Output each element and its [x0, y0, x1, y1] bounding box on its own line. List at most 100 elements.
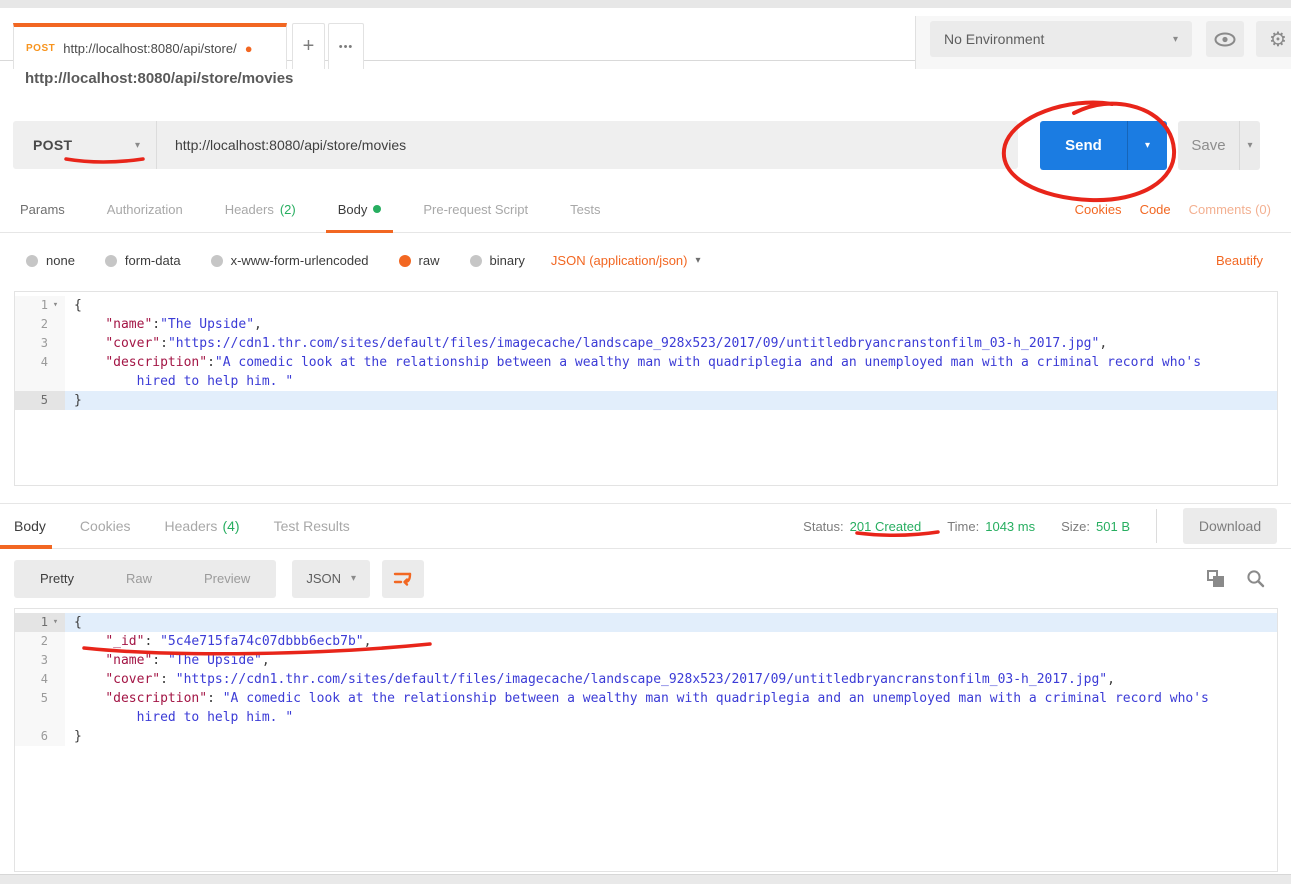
code-text: "cover": "https://cdn1.thr.com/sites/def… [65, 670, 1277, 689]
line-number: 4 [41, 670, 48, 689]
send-options-caret[interactable]: ▾ [1127, 121, 1167, 170]
chevron-down-icon: ▾ [1247, 140, 1252, 151]
token-pun: : [152, 653, 168, 668]
new-tab-button[interactable]: + [292, 23, 325, 69]
view-raw[interactable]: Raw [100, 571, 178, 586]
response-tab-test-results[interactable]: Test Results [274, 504, 350, 548]
code-text: "_id": "5c4e715fa74c07dbbb6ecb7b", [65, 632, 1277, 651]
body-mode-binary[interactable]: binary [470, 253, 525, 268]
tab-options-button[interactable]: ••• [328, 23, 364, 69]
body-mode-urlencoded[interactable]: x-www-form-urlencoded [211, 253, 369, 268]
line-number: 2 [41, 632, 48, 651]
token-str: "A comedic look at the relationship betw… [223, 691, 1209, 706]
request-body-editor[interactable]: 1▾{2 "name":"The Upside",3 "cover":"http… [14, 291, 1278, 486]
content-type-selector[interactable]: JSON (application/json) ▾ [551, 253, 701, 268]
environment-quick-look-button[interactable] [1206, 21, 1244, 57]
beautify-link[interactable]: Beautify [1216, 253, 1263, 268]
token-key: "description" [105, 355, 207, 370]
code-line: 2 "_id": "5c4e715fa74c07dbbb6ecb7b", [15, 632, 1277, 651]
token-ind [74, 710, 137, 725]
download-button[interactable]: Download [1183, 508, 1277, 544]
tab-body[interactable]: Body [338, 186, 382, 233]
line-number-gutter: 4 [15, 353, 65, 372]
request-url-input[interactable]: http://localhost:8080/api/store/movies [157, 137, 1018, 153]
response-format-selector[interactable]: JSON ▾ [292, 560, 370, 598]
code-text: "name": "The Upside", [65, 651, 1277, 670]
line-number-gutter: 1▾ [15, 296, 65, 315]
send-button[interactable]: Send ▾ [1040, 121, 1167, 170]
line-number: 1 [41, 613, 48, 632]
send-button-label[interactable]: Send [1040, 121, 1127, 170]
body-mode-form-data[interactable]: form-data [105, 253, 181, 268]
token-pun: : [160, 672, 176, 687]
save-button[interactable]: Save ▾ [1178, 121, 1260, 170]
settings-button[interactable]: ⚙ [1256, 21, 1291, 57]
token-pun: { [74, 298, 82, 313]
view-preview[interactable]: Preview [178, 571, 276, 586]
line-number: 1 [41, 296, 48, 315]
radio-icon [211, 255, 223, 267]
token-pun: : [144, 634, 160, 649]
tab-headers[interactable]: Headers (2) [225, 186, 296, 233]
chevron-down-icon: ▾ [695, 255, 700, 266]
line-number-gutter: 4 [15, 670, 65, 689]
token-pun: , [254, 317, 262, 332]
response-tab-cookies[interactable]: Cookies [80, 504, 131, 548]
line-number-gutter: 2 [15, 632, 65, 651]
cookies-link[interactable]: Cookies [1075, 202, 1122, 217]
tab-tests[interactable]: Tests [570, 186, 600, 233]
save-button-label[interactable]: Save [1178, 121, 1239, 170]
line-number: 6 [41, 727, 48, 746]
code-text: } [65, 727, 1277, 746]
body-mode-none[interactable]: none [26, 253, 75, 268]
status-label: Status: [803, 519, 843, 534]
tab-params[interactable]: Params [20, 186, 65, 233]
token-pun: , [262, 653, 270, 668]
view-pretty[interactable]: Pretty [14, 571, 100, 586]
word-wrap-icon [393, 570, 413, 588]
save-options-caret[interactable]: ▾ [1239, 121, 1260, 170]
comments-link[interactable]: Comments (0) [1189, 202, 1271, 217]
status-value: 201 Created [850, 519, 922, 534]
tab-pre-request-script[interactable]: Pre-request Script [423, 186, 528, 233]
token-pun: : [207, 355, 215, 370]
line-number-gutter [15, 708, 65, 727]
wrap-text-button[interactable] [382, 560, 424, 598]
body-mode-raw[interactable]: raw [399, 253, 440, 268]
environment-selector[interactable]: No Environment ▾ [930, 21, 1192, 57]
token-key: "cover" [105, 672, 160, 687]
code-line: hired to help him. " [15, 372, 1277, 391]
token-pun: : [152, 317, 160, 332]
unsaved-dot-icon: ● [245, 41, 253, 56]
copy-response-button[interactable] [1207, 570, 1224, 587]
request-tab-bar: POST http://localhost:8080/api/store/ ● … [0, 8, 1291, 61]
status-pair: Status: 201 Created [803, 519, 921, 534]
window-top-strip [0, 0, 1291, 8]
code-line: hired to help him. " [15, 708, 1277, 727]
body-has-content-dot [373, 205, 381, 213]
size-pair: Size: 501 B [1061, 519, 1130, 534]
token-ind [74, 653, 105, 668]
response-body-editor[interactable]: 1▾{2 "_id": "5c4e715fa74c07dbbb6ecb7b",3… [14, 608, 1278, 872]
response-tab-body[interactable]: Body [14, 504, 46, 548]
code-line: 6} [15, 727, 1277, 746]
tab-method-badge: POST [26, 43, 55, 54]
gear-icon: ⚙ [1269, 27, 1287, 52]
response-tab-headers[interactable]: Headers (4) [165, 504, 240, 548]
fold-arrow-icon[interactable]: ▾ [50, 296, 61, 315]
token-key: "name" [105, 317, 152, 332]
code-link[interactable]: Code [1140, 202, 1171, 217]
token-ind [74, 336, 105, 351]
method-selector[interactable]: POST ▾ [13, 121, 157, 169]
code-text: } [65, 391, 1277, 410]
search-response-button[interactable] [1246, 569, 1265, 588]
code-line: 5 "description": "A comedic look at the … [15, 689, 1277, 708]
size-label: Size: [1061, 519, 1090, 534]
open-request-tab[interactable]: POST http://localhost:8080/api/store/ ● [13, 23, 287, 69]
token-key: "_id" [105, 634, 144, 649]
line-number-gutter: 5 [15, 689, 65, 708]
tab-authorization[interactable]: Authorization [107, 186, 183, 233]
token-ind [74, 374, 137, 389]
fold-arrow-icon[interactable]: ▾ [50, 613, 61, 632]
bottom-status-strip [0, 874, 1291, 884]
